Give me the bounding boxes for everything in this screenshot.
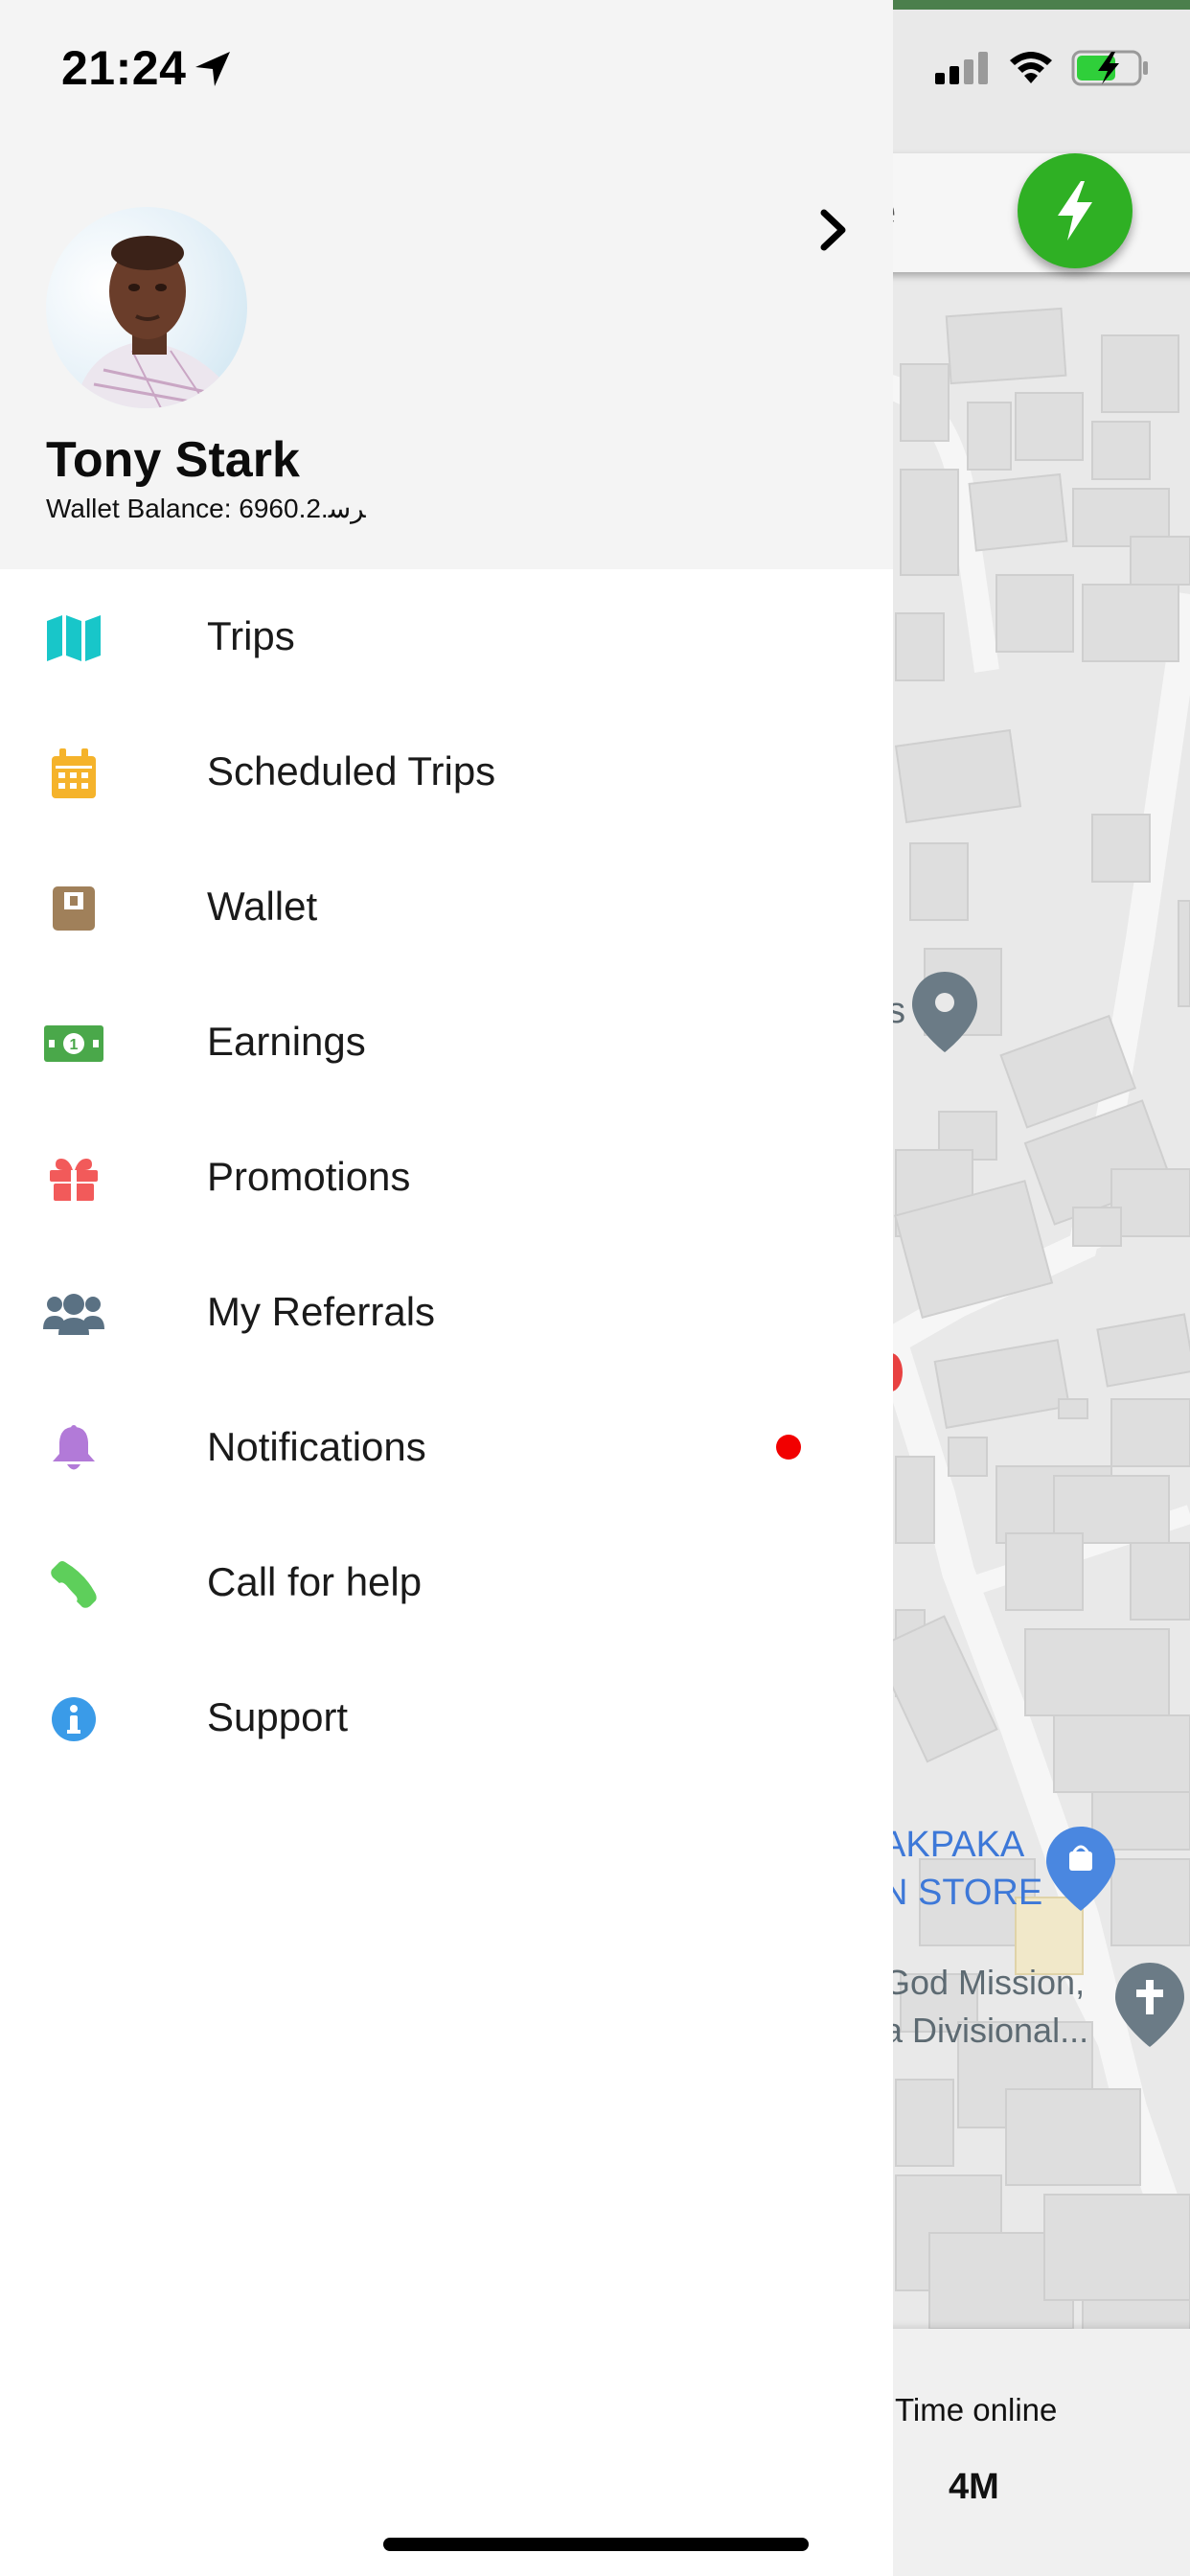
menu-item-label: Scheduled Trips [207,748,496,794]
avatar-photo [75,236,239,408]
menu-item-my-referrals[interactable]: My Referrals [0,1245,893,1380]
bell-icon [42,1422,105,1476]
info-circle-icon [42,1692,105,1746]
menu-item-earnings[interactable]: 1 Earnings [0,975,893,1110]
gift-icon [42,1152,105,1206]
menu-item-label: Promotions [207,1154,411,1199]
drawer-menu: Trips Scheduled Trips Wallet 1 Earnings … [0,569,893,1785]
drawer-header: Tony Stark Wallet Balance: 6960.2.ﺮﺳ [0,0,893,569]
store-label-line2: N STORE [881,1873,1043,1913]
home-indicator[interactable] [383,2538,809,2551]
store-label-line1: AKPAKA [881,1825,1025,1865]
menu-item-label: Notifications [207,1424,426,1469]
chevron-right-icon [820,209,846,251]
user-name: Tony Stark [46,432,300,488]
wallet-balance: Wallet Balance: 6960.2.ﺮﺳ [46,494,366,523]
notification-badge [776,1435,801,1460]
users-icon [42,1287,105,1341]
time-online-value: 4M [949,2467,999,2507]
menu-item-promotions[interactable]: Promotions [0,1110,893,1245]
menu-item-label: Wallet [207,884,318,929]
wallet-icon [42,882,105,935]
menu-item-call-for-help[interactable]: Call for help [0,1515,893,1650]
menu-item-wallet[interactable]: Wallet [0,840,893,975]
lightning-bolt-icon [1058,181,1092,241]
menu-item-label: Earnings [207,1019,366,1064]
avatar[interactable] [46,207,247,408]
svg-text:1: 1 [70,1037,79,1053]
menu-item-scheduled-trips[interactable]: Scheduled Trips [0,704,893,840]
mission-label-line2: a Divisional... [883,2011,1089,2050]
map-icon [42,611,105,665]
menu-item-label: Trips [207,613,295,658]
time-online-label: Time online [895,2392,1058,2427]
mission-label-line1: God Mission, [883,1963,1086,2002]
close-drawer-button[interactable] [805,201,862,259]
calendar-icon [42,747,105,800]
side-drawer: Tony Stark Wallet Balance: 6960.2.ﺮﺳ Tri… [0,0,893,2576]
menu-item-trips[interactable]: Trips [0,569,893,704]
menu-item-support[interactable]: Support [0,1650,893,1785]
online-toggle-button[interactable] [1018,153,1133,268]
menu-item-label: Call for help [207,1559,423,1604]
menu-item-notifications[interactable]: Notifications [0,1380,893,1515]
menu-item-label: My Referrals [207,1289,436,1334]
map-pin-icon[interactable] [912,972,977,1052]
money-bill-icon: 1 [42,1017,105,1070]
menu-item-label: Support [207,1694,349,1739]
phone-icon [42,1557,105,1611]
